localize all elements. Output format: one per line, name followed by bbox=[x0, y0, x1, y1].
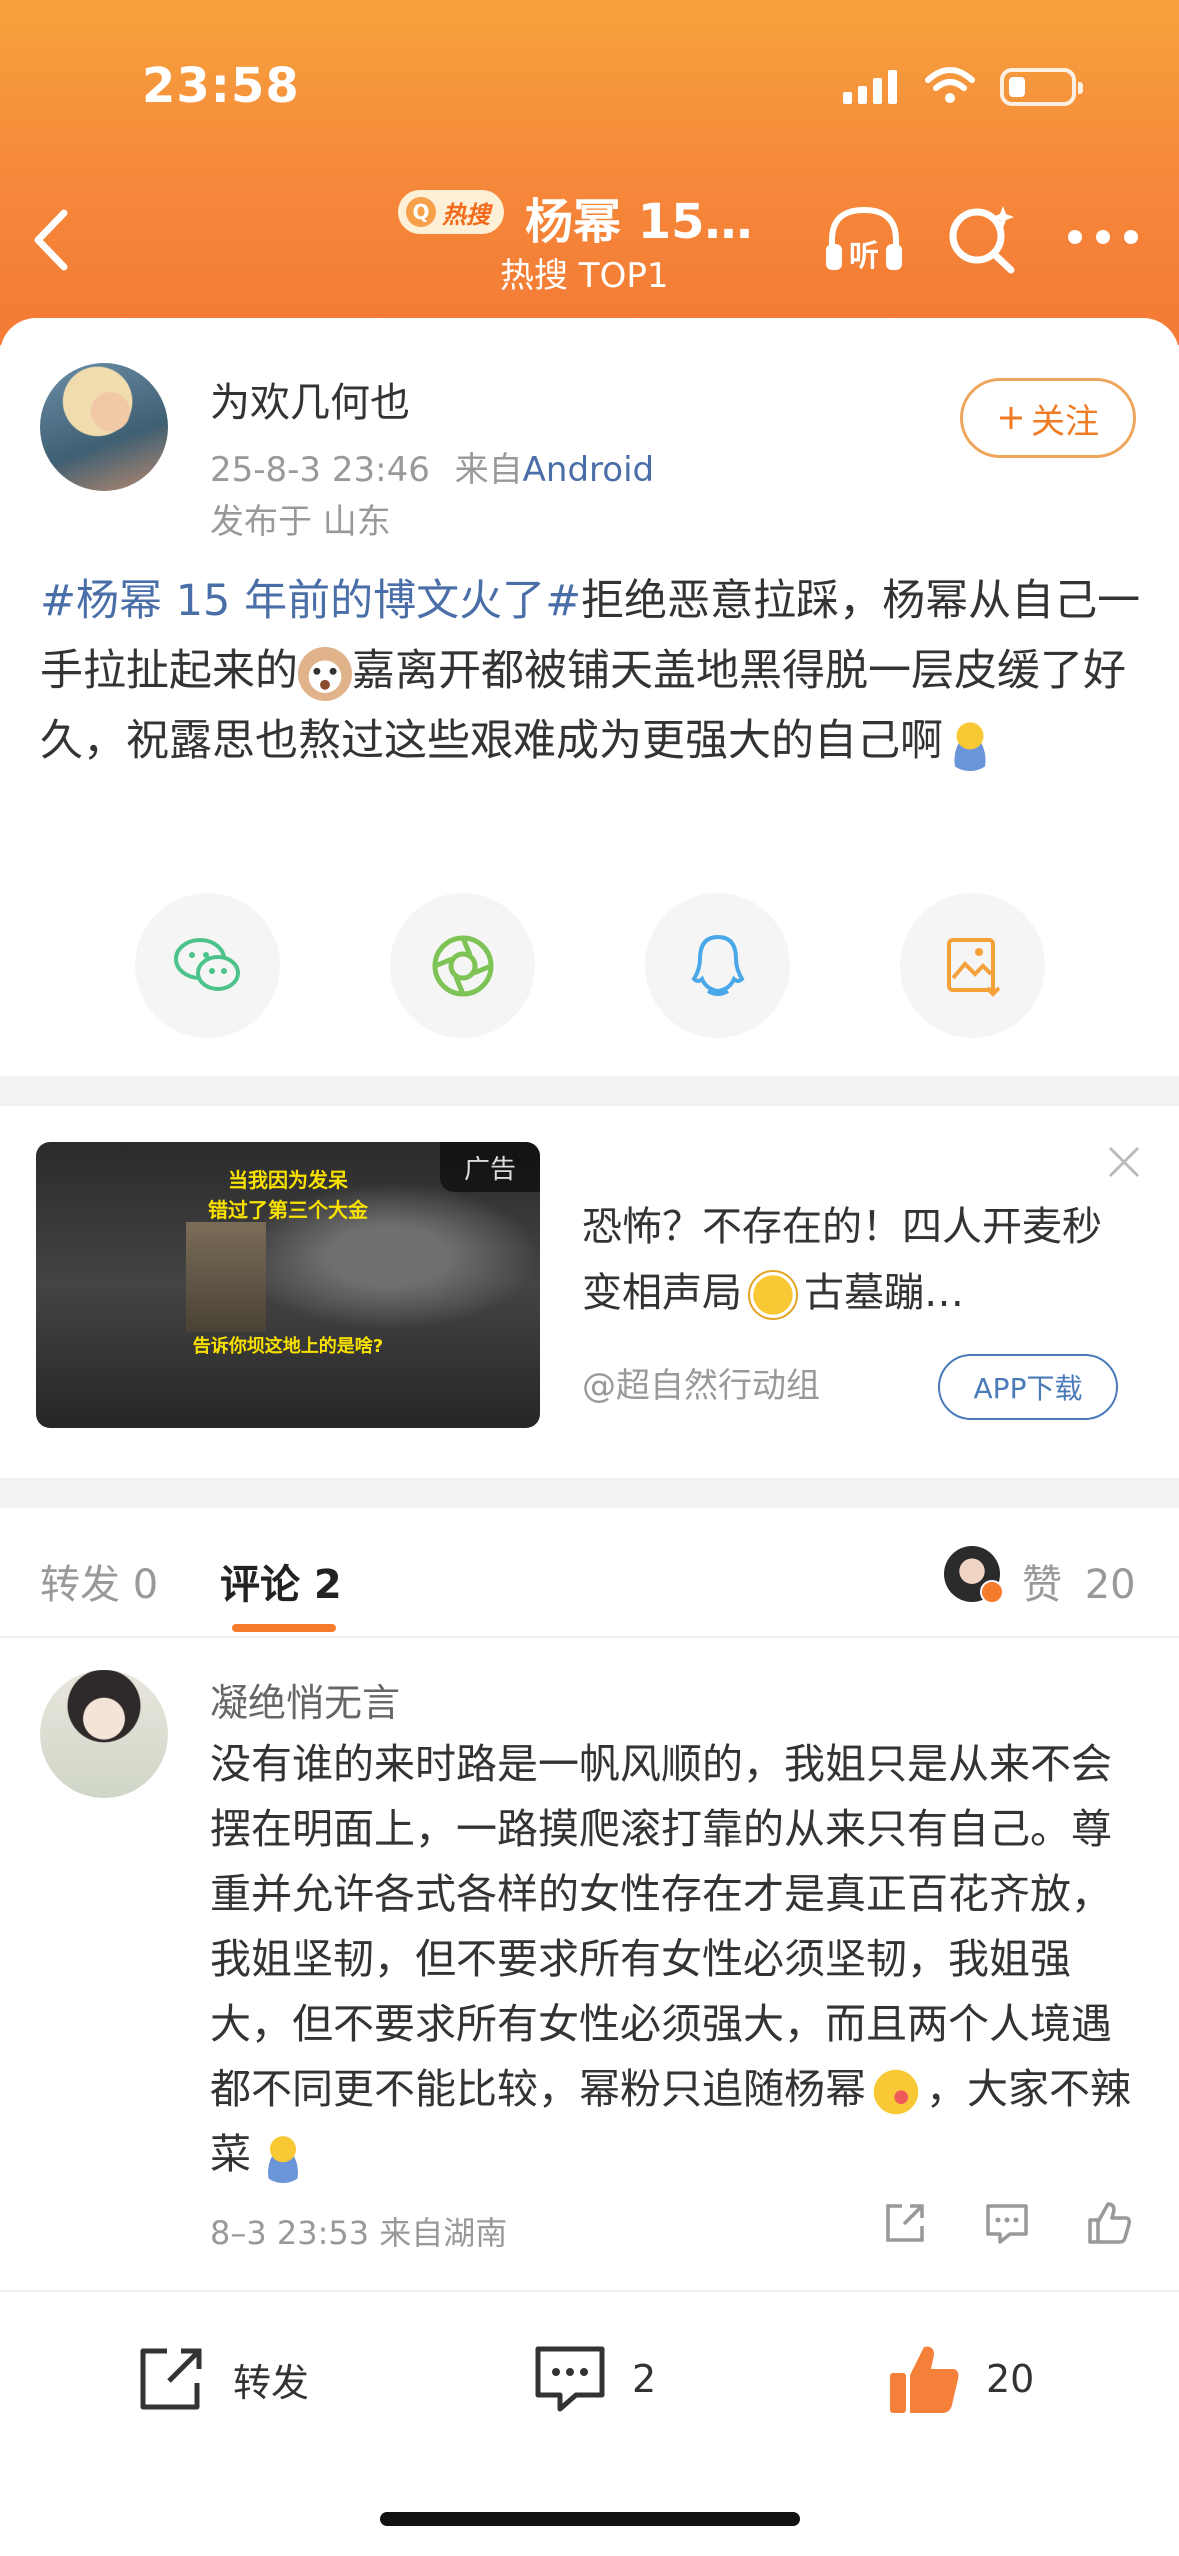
post-hashtag[interactable]: #杨幂 15 年前的博文火了# bbox=[40, 576, 581, 626]
post-source: Android bbox=[522, 450, 655, 490]
tab-active-indicator bbox=[232, 1624, 336, 1632]
status-time: 23:58 bbox=[142, 58, 300, 114]
tab-like[interactable]: 赞 20 bbox=[1022, 1552, 1136, 1610]
post-location: 发布于 山东 bbox=[210, 502, 391, 542]
ad-thumb-caption-2: 错过了第三个大金 bbox=[208, 1198, 368, 1222]
topic-title[interactable]: 杨幂 15… bbox=[525, 182, 753, 252]
thumbs-up-icon bbox=[890, 2346, 959, 2413]
like-button[interactable]: 20 bbox=[884, 2338, 1034, 2420]
post-card: 为欢几何也 25-8-3 23:46 来自Android 发布于 山东 关注 #… bbox=[0, 318, 1179, 1076]
ad-source[interactable]: @超自然行动组 bbox=[582, 1358, 820, 1407]
close-icon[interactable] bbox=[1106, 1144, 1142, 1180]
back-icon[interactable] bbox=[30, 205, 74, 275]
app-download-button[interactable]: APP下载 bbox=[938, 1354, 1118, 1420]
comment-meta: 8–3 23:53 来自湖南 bbox=[210, 2214, 508, 2252]
tab-comment[interactable]: 评论 2 bbox=[220, 1552, 342, 1610]
home-indicator[interactable] bbox=[380, 2512, 800, 2526]
hot-search-icon: Q bbox=[406, 197, 436, 227]
post-source-prefix: 来自 bbox=[454, 450, 523, 490]
hug-emoji-icon bbox=[943, 716, 997, 771]
post-date: 25-8-3 23:46 bbox=[210, 450, 430, 490]
comment-text: 没有谁的来时路是一帆风顺的，我姐只是从来不会摆在明面上，一路摸爬滚打靠的从来只有… bbox=[210, 1732, 1140, 2187]
battery-icon bbox=[1000, 68, 1083, 106]
share-row bbox=[0, 893, 1179, 1038]
save-image-button[interactable] bbox=[900, 893, 1045, 1038]
save-image-icon bbox=[946, 937, 1000, 997]
ad-title[interactable]: 恐怖？不存在的！四人开麦秒变相声局 古墓蹦… bbox=[582, 1194, 1122, 1326]
search-icon[interactable] bbox=[945, 200, 1021, 276]
ad-card[interactable]: 当我因为发呆 错过了第三个大金 告诉你坝这地上的是啥? 广告 恐怖？不存在的！四… bbox=[0, 1106, 1179, 1478]
kiss-emoji-icon bbox=[870, 2066, 922, 2118]
divider bbox=[0, 1636, 1179, 1638]
post-meta: 25-8-3 23:46 来自Android bbox=[210, 442, 654, 491]
listen-icon[interactable]: 听 bbox=[822, 200, 906, 280]
share-moments-button[interactable] bbox=[390, 893, 535, 1038]
share-wechat-button[interactable] bbox=[135, 893, 280, 1038]
moments-icon bbox=[432, 935, 493, 996]
comment-icon bbox=[535, 2346, 605, 2412]
share-icon[interactable] bbox=[880, 2198, 930, 2248]
reply-icon[interactable] bbox=[982, 2198, 1032, 2248]
share-qq-button[interactable] bbox=[645, 893, 790, 1038]
repost-icon bbox=[140, 2348, 202, 2410]
ad-scene-door bbox=[186, 1222, 266, 1332]
ad-thumbnail[interactable]: 当我因为发呆 错过了第三个大金 告诉你坝这地上的是啥? 广告 bbox=[36, 1142, 540, 1428]
ad-thumb-caption-3: 告诉你坝这地上的是啥? bbox=[192, 1336, 384, 1357]
dog-emoji-icon bbox=[298, 646, 352, 701]
top-header: 23:58 Q 热搜 杨幂 15… 热搜 TOP1 听 bbox=[0, 0, 1179, 345]
rofl-emoji-icon bbox=[748, 1270, 798, 1320]
follow-button[interactable]: 关注 bbox=[960, 378, 1136, 458]
hug-emoji-icon bbox=[257, 2131, 309, 2183]
wifi-icon bbox=[925, 67, 975, 103]
hot-search-badge: Q 热搜 bbox=[398, 190, 504, 234]
like-icon[interactable] bbox=[1084, 2198, 1134, 2248]
svg-text:听: 听 bbox=[849, 239, 879, 274]
liker-avatar[interactable] bbox=[944, 1546, 1004, 1604]
author-name[interactable]: 为欢几何也 bbox=[210, 370, 410, 428]
comment-button[interactable]: 2 bbox=[530, 2338, 656, 2420]
topic-rank: 热搜 TOP1 bbox=[500, 256, 669, 296]
plus-icon bbox=[1000, 407, 1022, 429]
qq-icon bbox=[690, 934, 745, 996]
post-body: #杨幂 15 年前的博文火了#拒绝恶意拉踩，杨幂从自己一手拉扯起来的 嘉离开都被铺… bbox=[40, 566, 1150, 776]
cellular-signal-icon bbox=[843, 68, 897, 104]
author-avatar[interactable] bbox=[40, 363, 168, 491]
comments-section: 转发 0 评论 2 赞 20 凝绝悄无言 没有谁的来时路是一帆风顺的，我姐只是从… bbox=[0, 1508, 1179, 2308]
repost-button[interactable]: 转发 bbox=[135, 2338, 309, 2420]
wechat-icon bbox=[173, 937, 240, 991]
ad-label: 广告 bbox=[440, 1142, 540, 1192]
commenter-name[interactable]: 凝绝悄无言 bbox=[210, 1672, 400, 1727]
more-icon[interactable] bbox=[1068, 230, 1138, 250]
tab-repost[interactable]: 转发 0 bbox=[40, 1552, 158, 1610]
commenter-avatar[interactable] bbox=[40, 1670, 168, 1798]
